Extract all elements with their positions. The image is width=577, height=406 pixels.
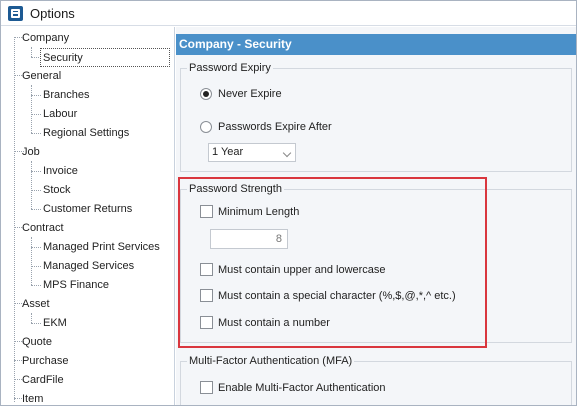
enable-mfa-checkbox[interactable] xyxy=(200,381,213,394)
tree-connector xyxy=(31,171,41,172)
expire-after-radio[interactable] xyxy=(200,121,212,133)
never-expire-label[interactable]: Never Expire xyxy=(218,87,282,101)
tree-item-purchase[interactable]: Purchase xyxy=(22,352,68,371)
password-expiry-group: Password Expiry Never Expire Passwords E… xyxy=(180,61,572,172)
tree-item-labour[interactable]: Labour xyxy=(43,105,77,124)
tree-item-cardfile[interactable]: CardFile xyxy=(22,371,64,390)
settings-panel: Company - Security Password Expiry Never… xyxy=(176,27,576,405)
expiry-period-value: 1 Year xyxy=(212,146,244,158)
expiry-period-select[interactable]: 1 Year xyxy=(208,143,296,162)
tree-item-branches[interactable]: Branches xyxy=(43,86,89,105)
tree-item-asset[interactable]: Asset xyxy=(22,295,50,314)
password-expiry-title: Password Expiry xyxy=(187,61,273,75)
tree-connector xyxy=(31,161,32,209)
tree-connector xyxy=(31,95,41,96)
tree-connector xyxy=(31,323,41,324)
never-expire-radio[interactable] xyxy=(200,88,212,100)
tree-item-regional-settings[interactable]: Regional Settings xyxy=(43,124,129,143)
window-title: Options xyxy=(30,5,75,21)
tree-item-mps-finance[interactable]: MPS Finance xyxy=(43,276,109,295)
annotation-highlight-box xyxy=(178,177,487,348)
tree-connector xyxy=(31,85,32,133)
mfa-title: Multi-Factor Authentication (MFA) xyxy=(187,354,355,368)
tree-item-managed-print-services[interactable]: Managed Print Services xyxy=(43,238,160,257)
tree-item-stock[interactable]: Stock xyxy=(43,181,71,200)
chevron-down-icon xyxy=(282,148,292,158)
enable-mfa-label[interactable]: Enable Multi-Factor Authentication xyxy=(218,381,386,395)
tree-item-ekm[interactable]: EKM xyxy=(43,314,67,333)
tree-connector xyxy=(31,285,41,286)
tree-item-customer-returns[interactable]: Customer Returns xyxy=(43,200,132,219)
tree-item-invoice[interactable]: Invoice xyxy=(43,162,78,181)
tree-item-quote[interactable]: Quote xyxy=(22,333,52,352)
tree-connector xyxy=(31,247,41,248)
tree-item-managed-services[interactable]: Managed Services xyxy=(43,257,134,276)
mfa-group: Multi-Factor Authentication (MFA) Enable… xyxy=(180,354,572,405)
tree-item-general[interactable]: General xyxy=(22,67,61,86)
options-window: Options Company Security General Branche xyxy=(0,0,577,406)
tree-connector xyxy=(31,47,32,57)
page-title: Company - Security xyxy=(176,34,576,55)
tree-item-company[interactable]: Company xyxy=(22,29,69,48)
tree-connector xyxy=(31,190,41,191)
app-logo-icon xyxy=(8,5,23,21)
tree-connector xyxy=(31,209,41,210)
expire-after-label[interactable]: Passwords Expire After xyxy=(218,120,332,134)
tree-item-item[interactable]: Item xyxy=(22,390,43,405)
tree-connector xyxy=(31,266,41,267)
title-bar: Options xyxy=(1,1,576,26)
tree-item-job[interactable]: Job xyxy=(22,143,40,162)
tree-connector xyxy=(31,133,41,134)
tree-connector xyxy=(14,37,15,402)
tree-connector xyxy=(31,114,41,115)
tree-item-security[interactable]: Security xyxy=(40,48,170,67)
tree-connector xyxy=(31,313,32,323)
tree-connector xyxy=(31,237,32,285)
tree-item-contract[interactable]: Contract xyxy=(22,219,64,238)
options-tree: Company Security General Branches Labour… xyxy=(1,27,175,405)
